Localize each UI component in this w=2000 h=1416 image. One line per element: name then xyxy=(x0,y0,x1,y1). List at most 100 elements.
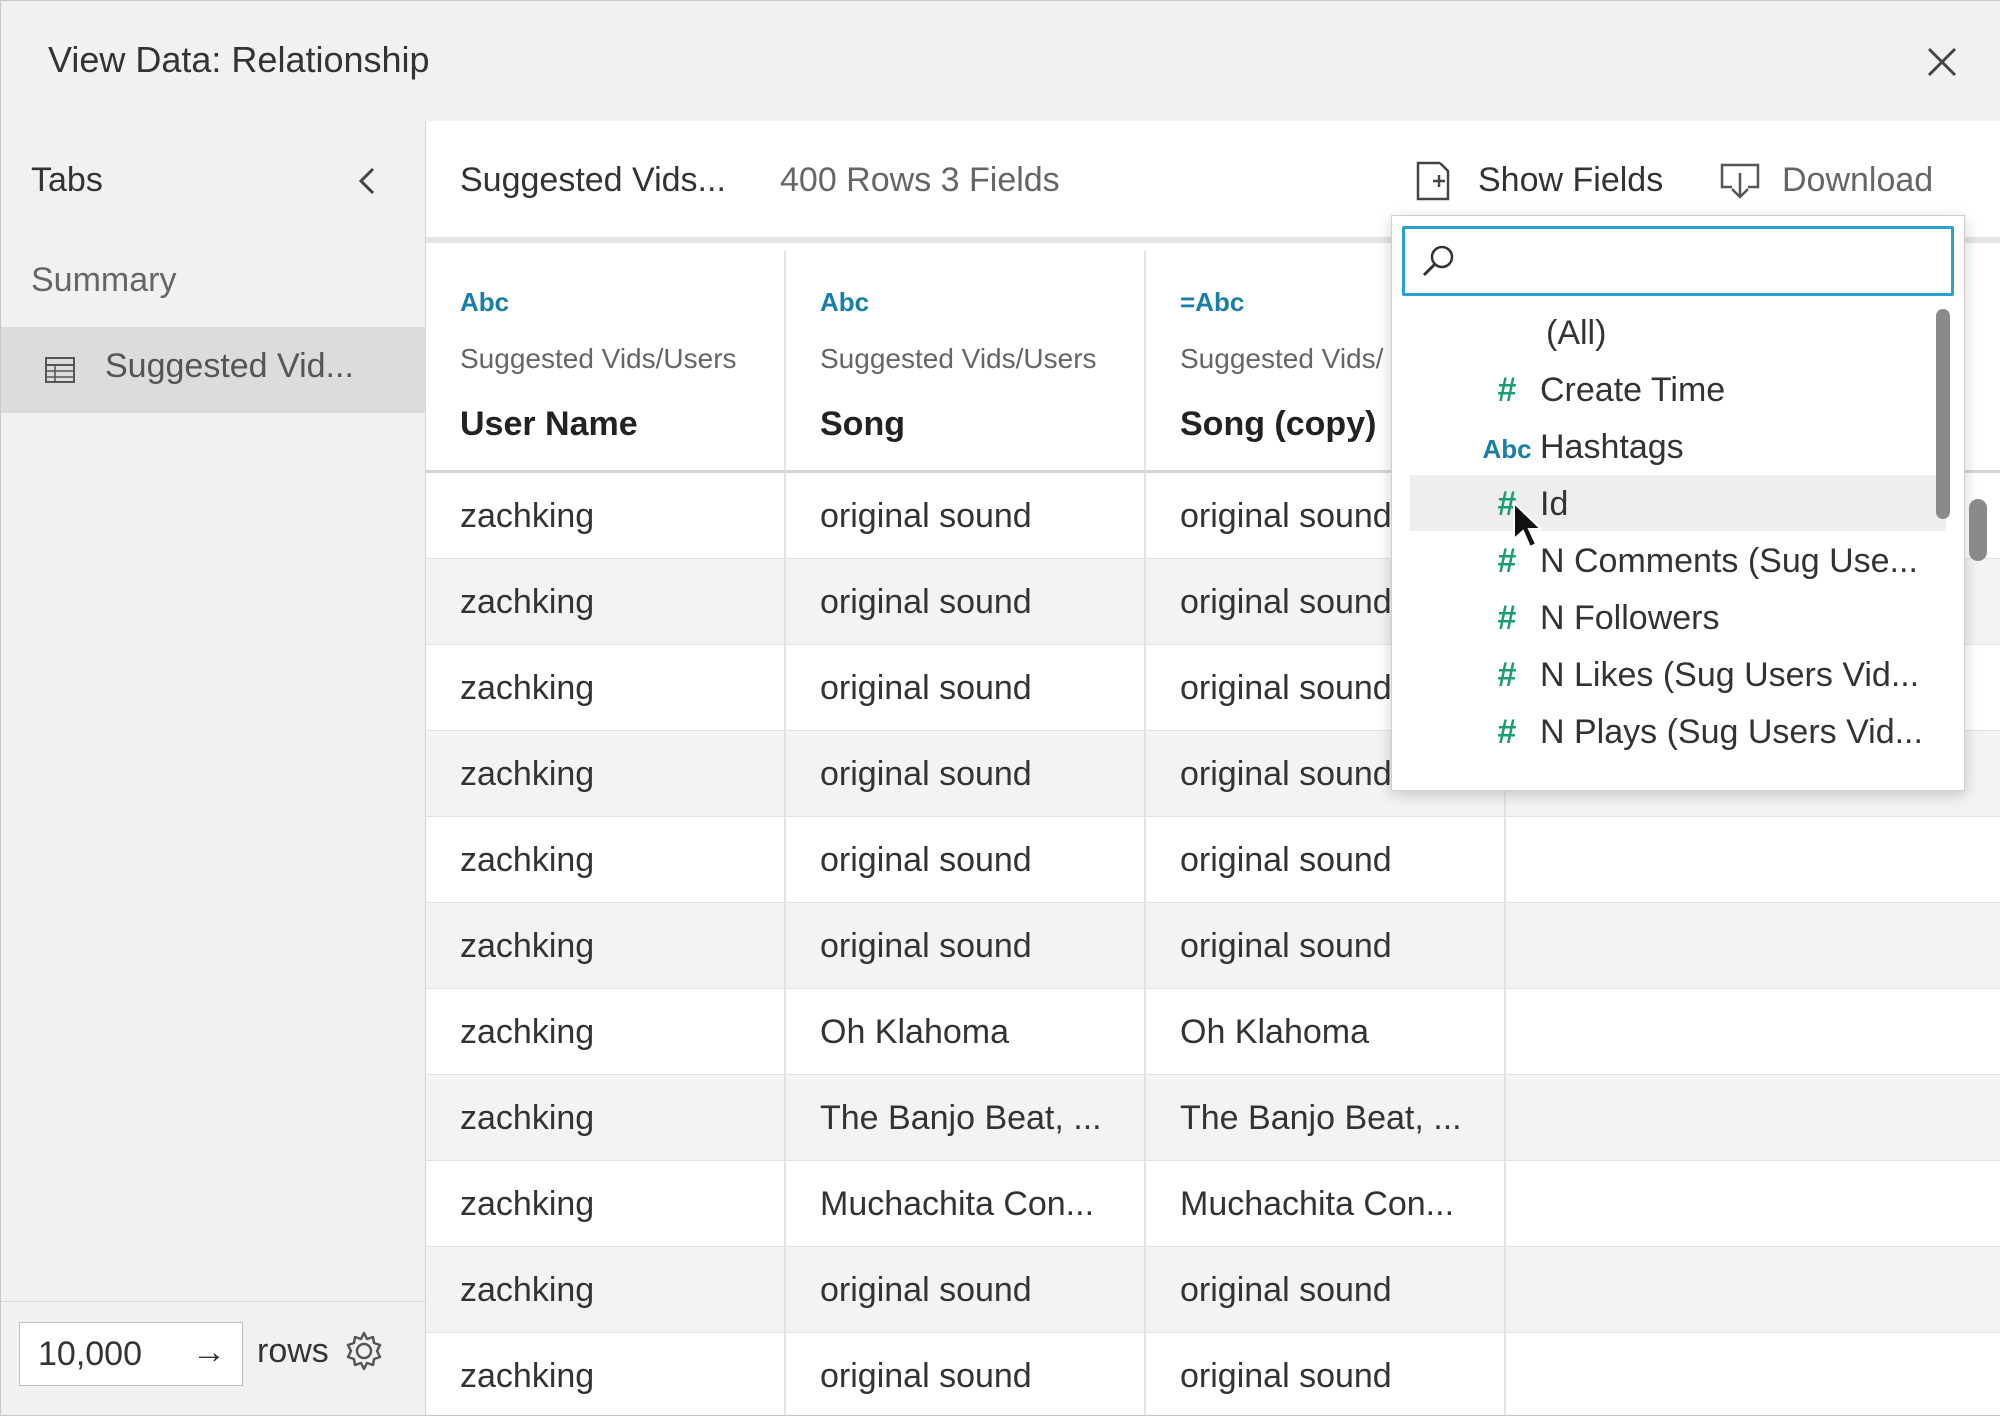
rows-label: rows xyxy=(257,1332,329,1370)
table-cell[interactable]: original sound xyxy=(1146,1333,1506,1415)
calculated-string-type-icon: =Abc xyxy=(1180,287,1245,317)
table-cell[interactable]: original sound xyxy=(1146,1247,1506,1332)
table-row[interactable]: zachking original sound original sound xyxy=(426,1247,2000,1333)
table-cell[interactable] xyxy=(1506,903,2000,988)
table-cell[interactable]: original sound xyxy=(786,903,1146,988)
field-search[interactable] xyxy=(1402,226,1954,296)
table-cell[interactable] xyxy=(1506,989,2000,1074)
number-type-icon: # xyxy=(1497,713,1517,751)
cell-value: zachking xyxy=(460,583,595,621)
cell-value: original sound xyxy=(820,1271,1032,1309)
table-cell[interactable] xyxy=(1506,1247,2000,1332)
table-cell[interactable]: original sound xyxy=(1146,817,1506,902)
chevron-left-icon[interactable] xyxy=(351,161,383,201)
table-cell[interactable]: zachking xyxy=(426,817,786,902)
table-cell[interactable] xyxy=(1506,1075,2000,1160)
search-icon xyxy=(1422,245,1454,277)
cell-value: original sound xyxy=(820,497,1032,535)
table-cell[interactable]: The Banjo Beat, ... xyxy=(1146,1075,1506,1160)
sidebar-item-summary[interactable]: Summary xyxy=(31,261,176,300)
arrow-right-icon[interactable]: → xyxy=(192,1333,226,1372)
table-cell[interactable] xyxy=(1506,817,2000,902)
table-cell[interactable]: zachking xyxy=(426,1247,786,1332)
cell-value: zachking xyxy=(460,1099,595,1137)
table-row[interactable]: zachking Oh Klahoma Oh Klahoma xyxy=(426,989,2000,1075)
dropdown-scrollbar[interactable] xyxy=(1936,309,1950,519)
field-list-item[interactable]: # N Comments (Sug Use... xyxy=(1410,532,1946,588)
cell-value: original sound xyxy=(1180,583,1392,621)
cell-value: The Banjo Beat, ... xyxy=(1180,1099,1462,1137)
table-cell[interactable]: Oh Klahoma xyxy=(1146,989,1506,1074)
number-type-icon: # xyxy=(1497,542,1517,580)
show-fields-label: Show Fields xyxy=(1478,161,1664,199)
close-icon[interactable] xyxy=(1919,39,1965,85)
cell-value: zachking xyxy=(460,1185,595,1223)
cell-value: Muchachita Con... xyxy=(820,1185,1095,1223)
sidebar-item-suggested-vids[interactable]: Suggested Vid... xyxy=(1,327,425,413)
cell-value: original sound xyxy=(1180,841,1392,879)
number-type-icon: # xyxy=(1497,599,1517,637)
table-row[interactable]: zachking original sound original sound xyxy=(426,817,2000,903)
table-cell[interactable]: original sound xyxy=(786,1247,1146,1332)
table-cell[interactable]: zachking xyxy=(426,1075,786,1160)
cell-value: zachking xyxy=(460,669,595,707)
table-row[interactable]: zachking Muchachita Con... Muchachita Con.… xyxy=(426,1161,2000,1247)
view-data-dialog: View Data: Relationship Tabs Summary Sug… xyxy=(0,0,2000,1416)
cell-value: original sound xyxy=(820,841,1032,879)
field-list-label: N Followers xyxy=(1540,599,1720,637)
table-cell[interactable]: Muchachita Con... xyxy=(786,1161,1146,1246)
table-cell[interactable]: zachking xyxy=(426,1161,786,1246)
table-cell[interactable]: original sound xyxy=(786,731,1146,816)
table-row[interactable]: zachking original sound original sound xyxy=(426,903,2000,989)
number-type-icon: # xyxy=(1497,371,1517,409)
panel-scrollbar[interactable] xyxy=(1969,499,1987,561)
table-row[interactable]: zachking The Banjo Beat, ... The Banjo Bea… xyxy=(426,1075,2000,1161)
table-cell[interactable]: zachking xyxy=(426,903,786,988)
cell-value: original sound xyxy=(820,927,1032,965)
table-cell[interactable]: zachking xyxy=(426,989,786,1074)
add-column-icon xyxy=(1416,161,1450,201)
table-cell[interactable]: The Banjo Beat, ... xyxy=(786,1075,1146,1160)
gear-icon[interactable] xyxy=(343,1330,385,1372)
field-list-item[interactable]: # Create Time xyxy=(1410,361,1946,417)
table-cell[interactable]: zachking xyxy=(426,645,786,730)
table-cell[interactable]: Oh Klahoma xyxy=(786,989,1146,1074)
table-cell[interactable]: original sound xyxy=(786,559,1146,644)
table-cell[interactable]: zachking xyxy=(426,473,786,558)
search-input[interactable] xyxy=(1465,237,1939,285)
column-header-song[interactable]: Abc Suggested Vids/Users Song xyxy=(786,251,1146,473)
table-cell[interactable]: original sound xyxy=(786,817,1146,902)
field-list-item[interactable]: # N Followers xyxy=(1410,589,1946,645)
cell-value: zachking xyxy=(460,1271,595,1309)
column-name: User Name xyxy=(460,405,638,443)
field-list-item[interactable]: Abc Hashtags xyxy=(1410,418,1946,474)
cell-value: original sound xyxy=(820,755,1032,793)
table-cell[interactable]: zachking xyxy=(426,731,786,816)
download-label: Download xyxy=(1782,161,1934,199)
table-cell[interactable]: original sound xyxy=(786,645,1146,730)
tabs-heading: Tabs xyxy=(31,161,103,199)
field-list-item[interactable]: # N Likes (Sug Users Vid... xyxy=(1410,646,1946,702)
table-row[interactable]: zachking original sound original sound xyxy=(426,1333,2000,1415)
rows-count-input[interactable]: 10,000 → xyxy=(19,1322,243,1386)
rows-control: 10,000 → rows xyxy=(1,1301,425,1416)
table-cell[interactable] xyxy=(1506,1161,2000,1246)
table-cell[interactable]: original sound xyxy=(786,473,1146,558)
table-cell[interactable]: original sound xyxy=(1146,903,1506,988)
table-cell[interactable]: Muchachita Con... xyxy=(1146,1161,1506,1246)
field-list-item[interactable]: (All) xyxy=(1410,304,1946,360)
table-cell[interactable] xyxy=(1506,1333,2000,1415)
cell-value: original sound xyxy=(820,1357,1032,1395)
table-name: Suggested Vids... xyxy=(460,161,726,199)
column-header-user-name[interactable]: Abc Suggested Vids/Users User Name xyxy=(426,251,786,473)
field-list-item[interactable]: # Id xyxy=(1410,475,1946,531)
table-cell[interactable]: zachking xyxy=(426,1333,786,1415)
field-list-item[interactable]: # N Plays (Sug Users Vid... xyxy=(1410,703,1946,759)
column-source: Suggested Vids/Users xyxy=(460,343,737,374)
table-cell[interactable]: original sound xyxy=(786,1333,1146,1415)
show-fields-dropdown: (All) # Create Time Abc Hashtags # Id # N Commen… xyxy=(1391,215,1965,791)
title-bar: View Data: Relationship xyxy=(1,1,2000,121)
table-cell[interactable]: zachking xyxy=(426,559,786,644)
field-list-label: N Likes (Sug Users Vid... xyxy=(1540,656,1920,694)
number-type-icon: # xyxy=(1497,656,1517,694)
